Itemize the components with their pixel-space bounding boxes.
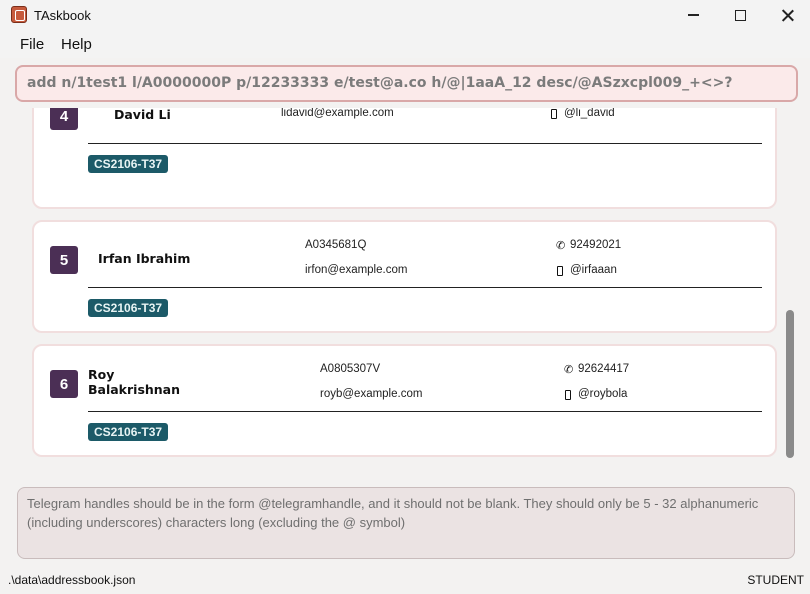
student-id: A0805307V: [320, 363, 381, 375]
result-display: Telegram handles should be in the form @…: [17, 487, 795, 559]
menu-help[interactable]: Help: [61, 36, 92, 53]
list-scrollbar[interactable]: [786, 310, 794, 458]
person-list: 4 David Li A0209380W lidavid@example.com…: [0, 108, 810, 470]
menu-file[interactable]: File: [20, 36, 44, 53]
maximize-button[interactable]: [717, 0, 763, 30]
index-badge: 6: [50, 370, 78, 398]
person-card[interactable]: 4 David Li A0209380W lidavid@example.com…: [32, 108, 777, 209]
phone-icon: ✆: [556, 240, 566, 252]
person-card[interactable]: 6 Roy Balakrishnan A0805307V royb@exampl…: [32, 344, 777, 457]
email: irfon@example.com: [305, 264, 408, 276]
status-mode: STUDENT: [747, 573, 804, 587]
window-title: TAskbook: [34, 8, 91, 23]
email: lidavid@example.com: [281, 108, 394, 119]
person-name: David Li: [114, 108, 171, 122]
divider: [88, 411, 762, 412]
index-badge: 5: [50, 246, 78, 274]
person-name-line1: Roy: [88, 367, 115, 382]
person-card[interactable]: 5 Irfan Ibrahim A0345681Q irfon@example.…: [32, 220, 777, 333]
phone: 92624417: [578, 363, 630, 375]
student-id: A0345681Q: [305, 239, 367, 251]
command-input[interactable]: add n/1test1 l/A0000000P p/12233333 e/te…: [15, 65, 798, 102]
minimize-button[interactable]: [670, 0, 716, 30]
divider: [88, 287, 762, 288]
phone-icon: ✆: [564, 364, 574, 376]
person-name-line2: Balakrishnan: [88, 382, 181, 397]
person-name: Irfan Ibrahim: [98, 251, 191, 266]
tag-badge: CS2106-T37: [88, 423, 169, 441]
person-name: Roy Balakrishnan: [88, 367, 180, 397]
index-badge: 4: [50, 108, 78, 130]
telegram-handle: @irfaaan: [570, 264, 617, 276]
status-file-path: .\data\addressbook.json: [8, 573, 136, 587]
maximize-icon: [734, 9, 746, 21]
mobile-icon: [565, 390, 571, 400]
email: royb@example.com: [320, 388, 423, 400]
mobile-icon: [557, 266, 563, 276]
menu-bar: File Help: [0, 30, 810, 58]
divider: [88, 143, 762, 144]
minimize-icon: [687, 14, 699, 16]
close-button[interactable]: [764, 0, 810, 30]
tag-badge: CS2106-T37: [88, 299, 169, 317]
title-bar: TAskbook: [0, 0, 810, 30]
tag-badge: CS2106-T37: [88, 155, 169, 173]
close-icon: [781, 9, 794, 22]
telegram-handle: @li_david: [564, 108, 615, 119]
app-book-icon: [11, 6, 27, 23]
phone: 92492021: [570, 239, 622, 251]
mobile-icon: [551, 109, 557, 119]
telegram-handle: @roybola: [578, 388, 628, 400]
